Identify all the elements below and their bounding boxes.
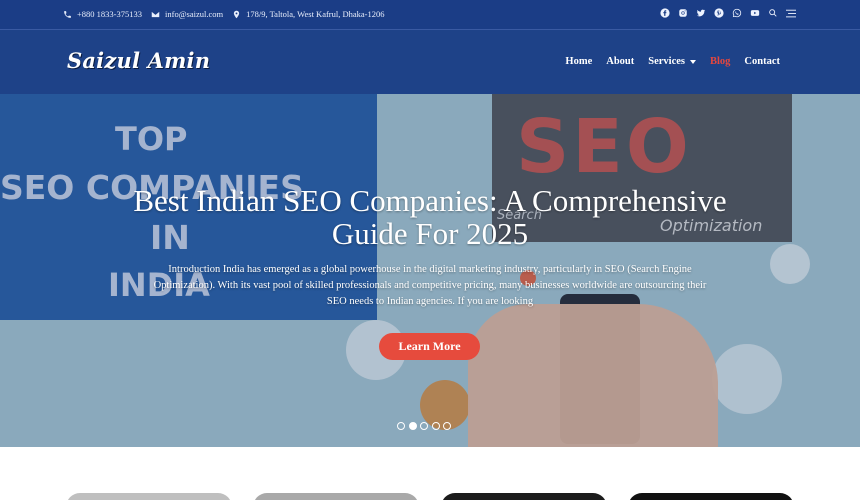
nav-label: Home: [565, 56, 593, 67]
pinterest-icon[interactable]: [714, 8, 724, 18]
nav-label: Blog: [710, 56, 731, 67]
twitter-icon[interactable]: [696, 8, 706, 18]
hero-excerpt: Introduction India has emerged as a glob…: [153, 264, 707, 307]
nav-blog[interactable]: Blog: [710, 56, 730, 67]
address-item: 178/9, Taltola, West Kafrul, Dhaka-1206: [232, 9, 385, 19]
nav-label: Services: [648, 56, 685, 67]
caret-down-icon: [690, 59, 696, 64]
post-card[interactable]: [441, 493, 607, 500]
phone-item[interactable]: +880 1833-375133: [63, 9, 142, 19]
social-links: [652, 8, 796, 18]
top-bar: +880 1833-375133 info@saizul.com 178/9, …: [0, 0, 860, 30]
menu-icon[interactable]: [786, 8, 796, 18]
post-card[interactable]: [66, 493, 232, 500]
nav-label: About: [606, 56, 635, 67]
learn-more-button[interactable]: Learn More: [379, 333, 480, 360]
nav-services[interactable]: Services: [648, 56, 696, 67]
email-item[interactable]: info@saizul.com: [151, 9, 223, 19]
whatsapp-icon[interactable]: [732, 8, 742, 18]
slide-dot[interactable]: [443, 422, 451, 430]
post-card[interactable]: [628, 493, 794, 500]
phone-text: +880 1833-375133: [77, 9, 142, 19]
post-cards-row: [0, 447, 860, 500]
nav-about[interactable]: About: [606, 56, 634, 67]
slide-dot-active[interactable]: [408, 422, 417, 430]
nav-contact[interactable]: Contact: [744, 56, 780, 67]
main-header: Saizul Amin Home About Services Blog Con…: [0, 30, 860, 94]
contact-info: +880 1833-375133 info@saizul.com 178/9, …: [63, 9, 394, 19]
envelope-icon: [151, 11, 160, 17]
slide-dot[interactable]: [431, 422, 440, 430]
slide-dot[interactable]: [397, 422, 405, 430]
slide-dot[interactable]: [420, 422, 428, 430]
slider-pagination: [397, 422, 455, 430]
phone-icon: [64, 10, 71, 18]
facebook-icon[interactable]: [660, 8, 670, 18]
nav-home[interactable]: Home: [565, 56, 592, 67]
address-text: 178/9, Taltola, West Kafrul, Dhaka-1206: [246, 9, 385, 19]
search-icon[interactable]: [768, 8, 778, 18]
instagram-icon[interactable]: [678, 8, 688, 18]
email-text: info@saizul.com: [165, 9, 224, 19]
hero-slider: TOP SEO COMPANIES IN INDIA SEO Search Op…: [0, 94, 860, 447]
post-card[interactable]: [253, 493, 419, 500]
youtube-icon[interactable]: [750, 8, 760, 18]
site-logo[interactable]: Saizul Amin: [67, 48, 210, 73]
hero-title[interactable]: Best Indian SEO Companies: A Comprehensi…: [120, 184, 740, 250]
nav-label: Contact: [744, 56, 780, 67]
main-nav: Home About Services Blog Contact: [551, 56, 780, 67]
location-pin-icon: [233, 10, 240, 18]
